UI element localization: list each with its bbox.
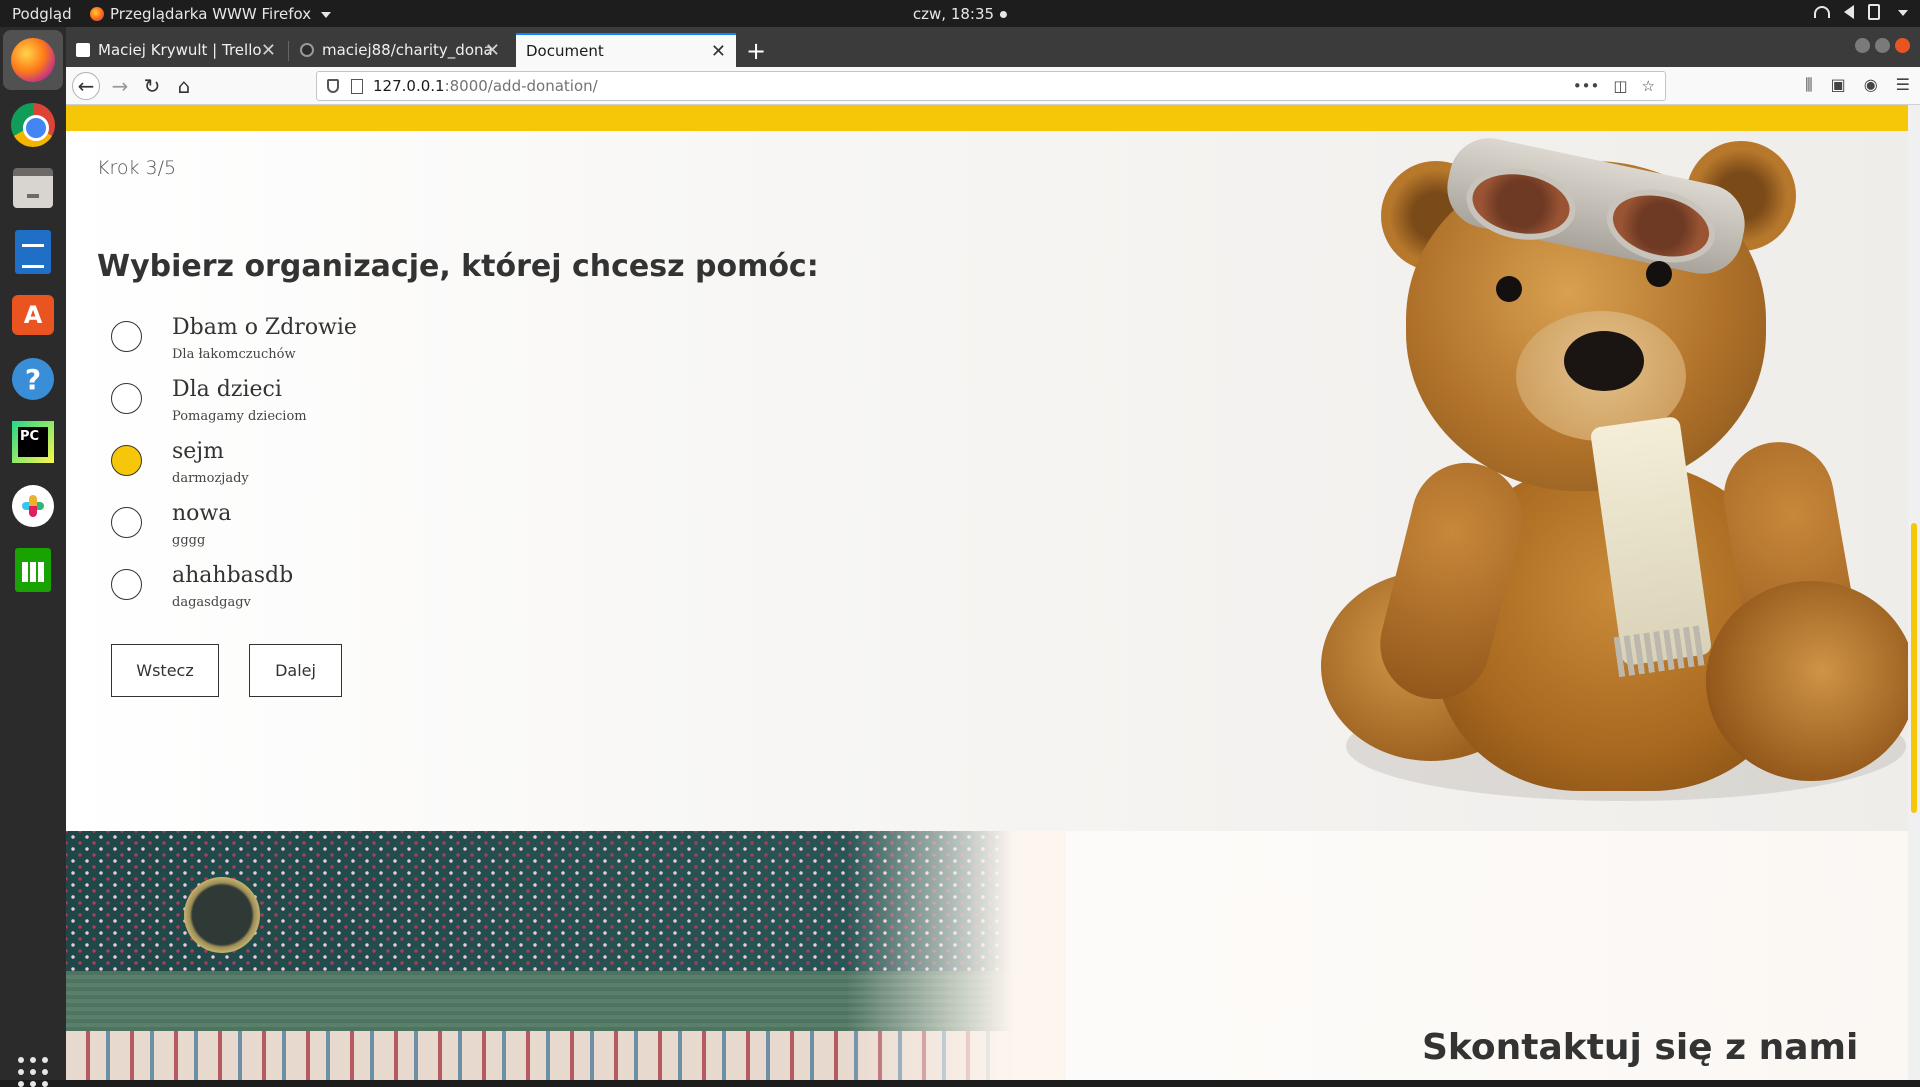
reload-button[interactable]: ↻ [138,72,166,100]
activities-button[interactable]: Podgląd [12,5,72,23]
window-controls [1855,38,1910,53]
organization-description: Pomagamy dzieciom [172,409,307,424]
radio-button[interactable] [111,383,142,414]
dock-pycharm[interactable]: PC [9,418,57,466]
close-icon[interactable]: ✕ [485,40,500,61]
donation-form-section: Krok 3/5 Wybierz organizacje, której chc… [66,131,1908,831]
forward-button[interactable]: → [106,72,134,100]
app-grid-icon[interactable] [18,1057,48,1087]
menu-icon[interactable]: ☰ [1896,75,1910,95]
url-path: :8000/add-donation/ [444,77,598,95]
tab-trello[interactable]: Maciej Krywult | Trello ✕ [66,33,286,67]
calc-icon [15,548,51,592]
notification-dot-icon [1000,10,1008,18]
wifi-icon[interactable] [1814,6,1830,18]
dock: A ? PC [0,27,66,1087]
organization-name: nowa [172,501,232,526]
tab-label: Document [526,42,604,60]
clock[interactable]: czw, 18:35 [912,5,1008,23]
system-top-bar: Podgląd Przeglądarka WWW Firefox czw, 18… [0,0,1920,27]
organization-name: Dla dzieci [172,377,282,402]
close-icon[interactable]: ✕ [261,40,276,61]
organization-description: gggg [172,533,206,548]
dock-firefox[interactable] [3,30,63,90]
library-icon[interactable]: ⫼ [1805,75,1812,95]
volume-icon[interactable] [1844,5,1854,19]
minimize-icon[interactable] [1855,38,1870,53]
account-icon[interactable]: ◉ [1864,75,1878,95]
app-menu[interactable]: Przeglądarka WWW Firefox [90,5,332,23]
slack-icon [12,485,54,527]
step-indicator: Krok 3/5 [97,157,177,179]
chrome-icon [11,103,55,147]
new-tab-button[interactable]: + [746,37,766,65]
dock-help[interactable]: ? [9,355,57,403]
help-icon: ? [12,358,54,400]
form-title: Wybierz organizacje, której chcesz pomóc… [97,249,819,284]
pocket-icon[interactable]: ◫ [1613,77,1627,95]
organization-description: Dla łakomczuchów [172,347,296,362]
close-icon[interactable]: ✕ [711,41,726,62]
writer-icon [15,230,51,274]
sweaters-image [66,831,1066,1080]
software-center-icon: A [12,295,54,335]
pycharm-icon: PC [12,421,54,463]
page-scrollbar[interactable] [1908,105,1920,1080]
back-step-button[interactable]: Wstecz [111,644,219,697]
dock-writer[interactable] [9,228,57,276]
home-button[interactable]: ⌂ [170,72,198,100]
caret-down-icon [321,12,332,18]
dock-slack[interactable] [9,482,57,530]
url-bar[interactable]: 127.0.0.1:8000/add-donation/ ••• ◫ ☆ [316,71,1666,101]
page-info-icon[interactable] [351,78,363,94]
scrollbar-thumb[interactable] [1911,523,1917,813]
organization-name: ahahbasdb [172,563,294,588]
header-accent-bar [66,105,1908,131]
tab-label: maciej88/charity_donati [322,41,492,59]
teddy-bear-image [1286,131,1908,831]
tab-document[interactable]: Document ✕ [516,33,736,67]
organization-name: sejm [172,439,224,464]
bookmark-star-icon[interactable]: ☆ [1642,77,1655,95]
tab-bar: Maciej Krywult | Trello ✕ maciej88/chari… [66,27,1920,67]
dock-files[interactable] [9,164,57,212]
firefox-icon [90,7,104,21]
contact-section: Skontaktuj się z nami [66,831,1908,1080]
files-icon [13,168,53,208]
battery-icon[interactable] [1868,4,1880,20]
system-tray[interactable] [1814,4,1908,20]
organization-name: Dbam o Zdrowie [172,315,357,340]
next-step-button[interactable]: Dalej [249,644,342,697]
organization-description: darmozjady [172,471,249,486]
navigation-bar: ← → ↻ ⌂ 127.0.0.1:8000/add-donation/ •••… [66,67,1920,105]
sidebar-icon[interactable]: ▣ [1831,75,1846,95]
dock-chrome[interactable] [9,101,57,149]
app-menu-label: Przeglądarka WWW Firefox [110,5,312,23]
dock-calc[interactable] [9,546,57,594]
github-icon [300,43,314,57]
radio-button[interactable] [111,569,142,600]
tab-github[interactable]: maciej88/charity_donati ✕ [290,33,510,67]
clock-label: czw, 18:35 [912,5,995,23]
tracking-shield-icon[interactable] [327,79,339,93]
maximize-icon[interactable] [1875,38,1890,53]
system-menu-caret-icon[interactable] [1898,10,1908,16]
radio-button-checked[interactable] [111,445,142,476]
dock-software-center[interactable]: A [9,291,57,339]
page-content: Krok 3/5 Wybierz organizacje, której chc… [66,105,1920,1080]
url-host: 127.0.0.1 [373,77,445,95]
contact-title: Skontaktuj się z nami [1422,1027,1859,1068]
close-window-icon[interactable] [1895,38,1910,53]
organization-description: dagasdgagv [172,595,251,610]
back-button[interactable]: ← [72,72,100,100]
trello-icon [76,43,90,57]
radio-button[interactable] [111,321,142,352]
page-actions-button[interactable]: ••• [1573,77,1600,95]
firefox-icon [11,38,55,82]
radio-button[interactable] [111,507,142,538]
tab-label: Maciej Krywult | Trello [98,41,262,59]
